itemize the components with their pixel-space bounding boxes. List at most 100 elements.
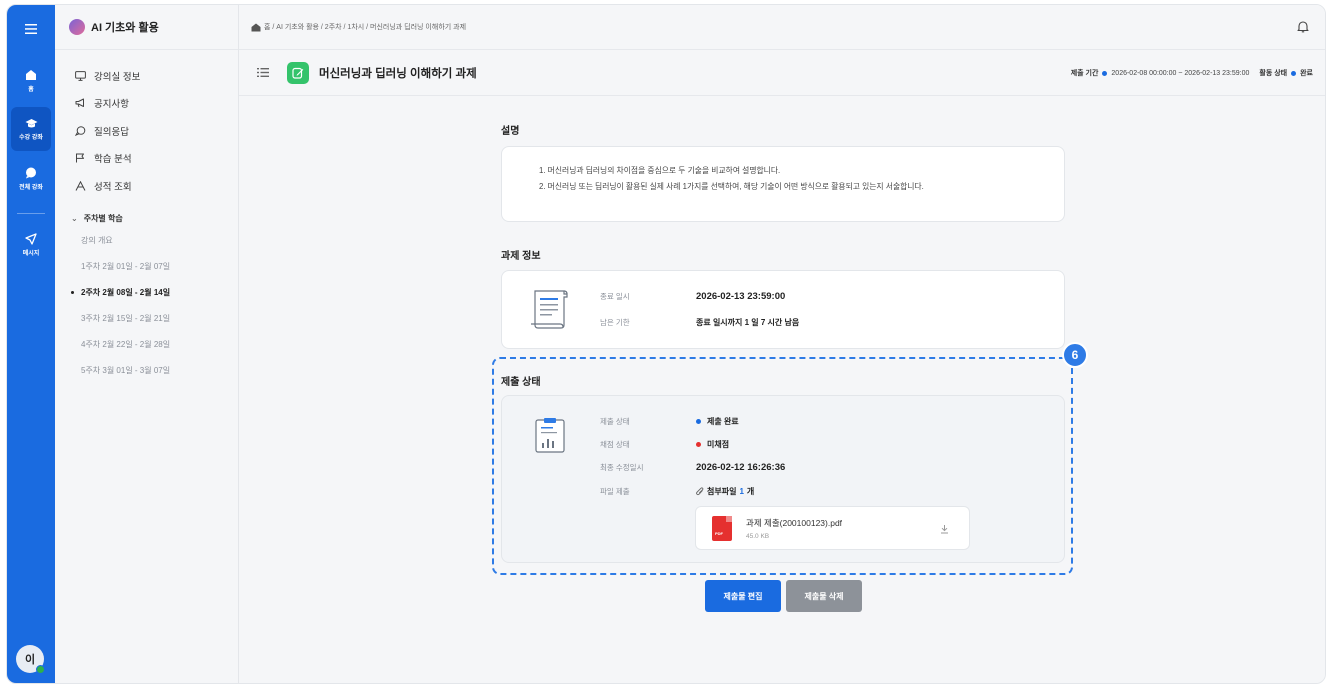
sidebar-item-notices[interactable]: 공지사항: [75, 90, 238, 118]
submission-status-title: 제출 상태: [501, 377, 541, 388]
week-item-2[interactable]: 2주차 2월 08일 - 2월 14일: [71, 280, 238, 306]
grade-status-value: 미채점: [707, 440, 730, 449]
description-card: 1. 머신러닝과 딥러닝의 차이점을 중심으로 두 기술을 비교하여 설명합니다…: [501, 146, 1065, 222]
rail-item-messages[interactable]: 메시지: [11, 223, 51, 267]
rail-item-my-courses[interactable]: 수강 강좌: [11, 107, 51, 151]
last-modified-value: 2026-02-12 16:26:36: [696, 462, 786, 473]
week-item-3[interactable]: 3주차 2월 15일 - 2월 21일: [71, 306, 238, 332]
weekly-learning-title: 주차별 학습: [83, 214, 123, 223]
description-line-1: 1. 머신러닝과 딥러닝의 차이점을 중심으로 두 기술을 비교하여 설명합니다…: [539, 166, 781, 175]
submission-period-label: 제출 기간: [1070, 70, 1099, 77]
hamburger-menu-icon[interactable]: [7, 5, 55, 53]
top-bar: 홈 / AI 기초와 활용 / 2주차 / 1차시 / 머신러닝과 딥러닝 이해…: [239, 5, 1325, 50]
grade-status-dot: [696, 442, 701, 447]
due-value: 2026-02-13 23:59:00: [696, 291, 786, 302]
pdf-icon-text: PDF: [715, 531, 723, 536]
file-submission-row: 파일 제출 첨부파일 1 개: [600, 486, 754, 497]
assignment-edit-icon: [287, 61, 309, 84]
activity-status-value: 완료: [1300, 70, 1313, 77]
activity-status-dot: [1291, 70, 1297, 76]
description-title: 설명: [501, 126, 520, 137]
week-item-label: 강의 개요: [81, 236, 113, 245]
submission-period-value: 2026-02-08 00:00:00 ~ 2026-02-13 23:59:0…: [1111, 69, 1250, 77]
rail-item-label: 전체 강좌: [19, 185, 43, 191]
chat-icon: [75, 125, 86, 136]
last-modified-row: 최종 수정일시 2026-02-12 16:26:36: [600, 462, 785, 473]
sidebar-item-learning-analysis[interactable]: 학습 분석: [75, 145, 238, 173]
pdf-file-icon: PDF: [712, 516, 732, 541]
list-icon[interactable]: [257, 68, 269, 77]
description-line-2: 2. 머신러닝 또는 딥러닝이 활용된 실제 사례 1가지를 선택하여, 해당 …: [539, 182, 924, 191]
chevron-down-icon: ⌄: [71, 214, 78, 223]
breadcrumb: 홈 / AI 기초와 활용 / 2주차 / 1차시 / 머신러닝과 딥러닝 이해…: [251, 22, 466, 32]
course-logo-icon: [69, 19, 85, 35]
week-item-label: 2주차 2월 08일 - 2월 14일: [81, 288, 171, 297]
week-item-label: 1주차 2월 01일 - 2월 07일: [81, 262, 171, 271]
weekly-learning-section: ⌄ 주차별 학습 강의 개요 1주차 2월 01일 - 2월 07일 2주차 2…: [55, 200, 238, 384]
sidebar-item-label: 공지사항: [94, 99, 129, 111]
delete-submission-button[interactable]: 제출물 삭제: [786, 580, 862, 612]
online-status-dot: [36, 665, 45, 674]
active-bullet: [71, 291, 74, 294]
sidebar-item-label: 학습 분석: [94, 154, 132, 166]
bell-icon[interactable]: [1297, 20, 1309, 33]
grade-status-label: 채점 상태: [600, 440, 630, 449]
avatar-initial: 이: [24, 654, 36, 666]
rail-divider: [17, 213, 45, 214]
grade-a-icon: [75, 180, 86, 191]
main-content: 홈 / AI 기초와 활용 / 2주차 / 1차시 / 머신러닝과 딥러닝 이해…: [239, 5, 1325, 683]
global-nav-rail: 홈 수강 강좌 전체 강좌 메시지 이: [7, 5, 55, 683]
submission-status-card: 제출 상태 제출 완료 채점 상태 미채점 최종 수정일시 2026-02-12…: [501, 395, 1065, 563]
submit-status-dot: [696, 419, 701, 424]
last-modified-label: 최종 수정일시: [600, 463, 644, 472]
activity-status-label: 활동 상태: [1259, 70, 1288, 77]
breadcrumb-text[interactable]: 홈 / AI 기초와 활용 / 2주차 / 1차시 / 머신러닝과 딥러닝 이해…: [264, 22, 466, 32]
graduation-cap-icon: [25, 118, 37, 127]
course-menu: 강의실 정보 공지사항 질의응답 학습 분석 성적 조회: [55, 50, 238, 200]
remaining-value: 종료 일시까지 1 일 7 시간 남음: [696, 318, 800, 327]
document-scroll-icon: [531, 290, 568, 329]
weekly-learning-toggle[interactable]: ⌄ 주차별 학습: [71, 210, 238, 228]
rail-item-label: 수강 강좌: [19, 134, 43, 141]
grade-status-row: 채점 상태 미채점: [600, 439, 729, 450]
submit-status-row: 제출 상태 제출 완료: [600, 416, 739, 427]
assignment-info-card: 종료 일시 2026-02-13 23:59:00 남은 기한 종료 일시까지 …: [501, 270, 1065, 349]
page-title: 머신러닝과 딥러닝 이해하기 과제: [319, 67, 477, 80]
callout-badge: 6: [1062, 342, 1088, 368]
edit-submission-button[interactable]: 제출물 편집: [705, 580, 781, 612]
course-title: AI 기초와 활용: [91, 22, 159, 34]
remaining-row: 남은 기한 종료 일시까지 1 일 7 시간 남음: [600, 317, 799, 328]
sidebar-item-label: 성적 조회: [94, 181, 132, 193]
attachment-count: 1: [739, 487, 744, 496]
file-submission-label: 파일 제출: [600, 487, 630, 496]
paperclip-icon: [696, 487, 704, 496]
home-icon[interactable]: [251, 23, 261, 32]
file-name[interactable]: 과제 제출(200100123).pdf: [746, 517, 842, 529]
week-item-4[interactable]: 4주차 2월 22일 - 2월 28일: [71, 332, 238, 358]
assignment-info-title: 과제 정보: [501, 251, 541, 262]
chat-bubble-icon: [26, 167, 36, 179]
week-item-overview[interactable]: 강의 개요: [71, 228, 238, 254]
week-item-5[interactable]: 5주차 3월 01일 - 3월 07일: [71, 358, 238, 384]
rail-item-all-courses[interactable]: 전체 강좌: [11, 157, 51, 201]
sidebar-item-label: 강의실 정보: [94, 71, 141, 83]
due-row: 종료 일시 2026-02-13 23:59:00: [600, 291, 785, 302]
app-window: 홈 수강 강좌 전체 강좌 메시지 이 AI 기초와 활용 강의실 정보 공지사…: [6, 4, 1326, 684]
week-item-1[interactable]: 1주차 2월 01일 - 2월 07일: [71, 254, 238, 280]
clipboard-chart-icon: [535, 418, 565, 453]
rail-item-label: 메시지: [22, 251, 40, 257]
user-avatar[interactable]: 이: [16, 645, 45, 674]
submit-status-value: 제출 완료: [707, 417, 739, 426]
download-icon[interactable]: [940, 524, 949, 534]
attachment-file-card[interactable]: PDF 과제 제출(200100123).pdf 45.0 KB: [695, 506, 970, 550]
home-icon: [26, 70, 36, 80]
megaphone-icon: [75, 98, 84, 108]
rail-item-home[interactable]: 홈: [11, 59, 51, 103]
sidebar-item-grades[interactable]: 성적 조회: [75, 172, 238, 200]
file-size: 45.0 KB: [746, 533, 770, 540]
week-item-label: 5주차 3월 01일 - 3월 07일: [81, 366, 171, 375]
sidebar-item-qna[interactable]: 질의응답: [75, 117, 238, 145]
title-bar: 머신러닝과 딥러닝 이해하기 과제 제출 기간 2026-02-08 00:00…: [239, 50, 1325, 96]
sidebar-item-course-info[interactable]: 강의실 정보: [75, 62, 238, 90]
course-sidebar: AI 기초와 활용 강의실 정보 공지사항 질의응답 학습 분석 성적 조회 ⌄…: [55, 5, 239, 683]
